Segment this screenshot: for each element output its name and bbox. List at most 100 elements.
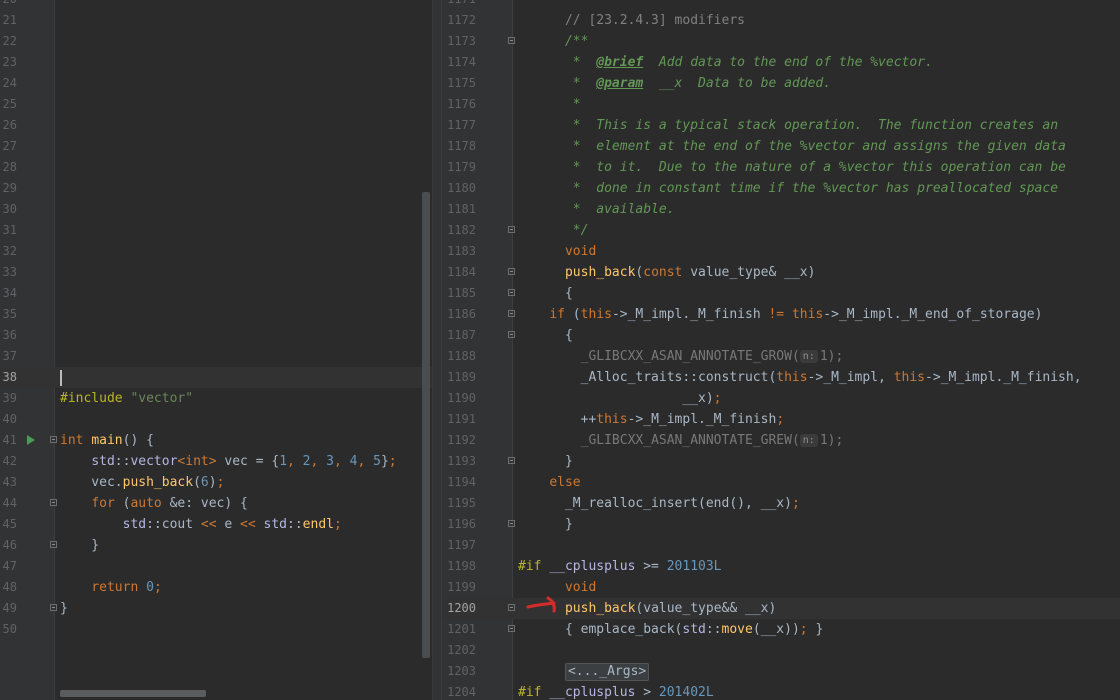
fold-marker-icon[interactable] [508,37,515,44]
code-line[interactable]: 1181 * available. [442,199,1120,220]
code-line[interactable]: 34 [0,283,432,304]
line-number[interactable]: 33 [0,262,17,283]
line-number[interactable]: 1200 [442,598,476,619]
line-number[interactable]: 29 [0,178,17,199]
line-number[interactable]: 48 [0,577,17,598]
line-number[interactable]: 36 [0,325,17,346]
code-line[interactable]: 1197 [442,535,1120,556]
right-editor-pane[interactable]: 11711172 // [23.2.4.3] modifiers1173 /**… [442,0,1120,700]
code-text[interactable]: vec.push_back(6); [60,472,224,493]
line-number[interactable]: 1189 [442,367,476,388]
code-line[interactable]: 1173 /** [442,31,1120,52]
line-number[interactable]: 20 [0,0,17,10]
line-number[interactable]: 35 [0,304,17,325]
code-text[interactable]: else [518,472,580,493]
code-line[interactable]: 30 [0,199,432,220]
code-text[interactable]: ++this->_M_impl._M_finish; [518,409,785,430]
code-line[interactable]: 20 [0,0,432,10]
line-number[interactable]: 25 [0,94,17,115]
code-line[interactable]: 1193 } [442,451,1120,472]
line-number[interactable]: 22 [0,31,17,52]
code-line[interactable]: 50 [0,619,432,640]
line-number[interactable]: 1174 [442,52,476,73]
line-number[interactable]: 41 [0,430,17,451]
line-number[interactable]: 1198 [442,556,476,577]
code-line[interactable]: 1174 * @brief Add data to the end of the… [442,52,1120,73]
code-line[interactable]: 1183 void [442,241,1120,262]
code-line[interactable]: 1196 } [442,514,1120,535]
line-number[interactable]: 28 [0,157,17,178]
line-number[interactable]: 43 [0,472,17,493]
line-number[interactable]: 40 [0,409,17,430]
line-number[interactable]: 1194 [442,472,476,493]
line-number[interactable]: 1172 [442,10,476,31]
code-text[interactable]: _GLIBCXX_ASAN_ANNOTATE_GROW(n: 1); [518,346,844,367]
code-text[interactable] [60,367,62,388]
code-text[interactable]: { emplace_back(std::move(__x)); } [518,619,823,640]
line-number[interactable]: 1185 [442,283,476,304]
code-line[interactable]: 29 [0,178,432,199]
code-text[interactable]: std::vector<int> vec = {1, 2, 3, 4, 5}; [60,451,396,472]
line-number[interactable]: 1178 [442,136,476,157]
code-line[interactable]: 1198 #if __cplusplus >= 201103L [442,556,1120,577]
line-number[interactable]: 1196 [442,514,476,535]
code-line[interactable]: 1188 _GLIBCXX_ASAN_ANNOTATE_GROW(n: 1); [442,346,1120,367]
code-line[interactable]: 1185 { [442,283,1120,304]
code-line[interactable]: 22 [0,31,432,52]
code-line[interactable]: 47 [0,556,432,577]
code-text[interactable]: } [60,535,99,556]
fold-marker-icon[interactable] [508,310,515,317]
code-text[interactable]: #if __cplusplus > 201402L [518,682,714,700]
line-number[interactable]: 1183 [442,241,476,262]
fold-marker-icon[interactable] [50,499,57,506]
fold-marker-icon[interactable] [508,226,515,233]
code-text[interactable]: * available. [518,199,675,220]
code-text[interactable]: * This is a typical stack operation. The… [518,115,1058,136]
code-line[interactable]: 1191 ++this->_M_impl._M_finish; [442,409,1120,430]
code-line[interactable]: 33 [0,262,432,283]
code-line[interactable]: 43 vec.push_back(6); [0,472,432,493]
fold-marker-icon[interactable] [50,541,57,548]
code-line[interactable]: 1184 push_back(const value_type& __x) [442,262,1120,283]
code-text[interactable]: #if __cplusplus >= 201103L [518,556,722,577]
code-text[interactable]: } [518,451,573,472]
code-line[interactable]: 26 [0,115,432,136]
code-line[interactable]: 35 [0,304,432,325]
line-number[interactable]: 1201 [442,619,476,640]
code-text[interactable]: void [518,241,596,262]
code-line[interactable]: 37 [0,346,432,367]
code-line[interactable]: 1194 else [442,472,1120,493]
line-number[interactable]: 1188 [442,346,476,367]
code-line[interactable]: 1203 <..._Args> [442,661,1120,682]
line-number[interactable]: 1203 [442,661,476,682]
code-line[interactable]: 1189 _Alloc_traits::construct(this->_M_i… [442,367,1120,388]
left-code-lines[interactable]: 2021222324252627282930313233343536373839… [0,0,432,640]
code-text[interactable]: int main() { [60,430,154,451]
code-line[interactable]: 45 std::cout << e << std::endl; [0,514,432,535]
line-number[interactable]: 1186 [442,304,476,325]
code-line[interactable]: 1201 { emplace_back(std::move(__x)); } [442,619,1120,640]
line-number[interactable]: 23 [0,52,17,73]
code-line[interactable]: 1202 [442,640,1120,661]
line-number[interactable]: 39 [0,388,17,409]
line-number[interactable]: 37 [0,346,17,367]
line-number[interactable]: 44 [0,493,17,514]
fold-marker-icon[interactable] [508,625,515,632]
code-line[interactable]: 48 return 0; [0,577,432,598]
code-text[interactable]: /** [518,31,588,52]
line-number[interactable]: 47 [0,556,17,577]
collapsed-region[interactable]: <..._Args> [564,663,650,681]
line-number[interactable]: 1176 [442,94,476,115]
line-number[interactable]: 42 [0,451,17,472]
code-line[interactable]: 46 } [0,535,432,556]
fold-marker-icon[interactable] [508,268,515,275]
line-number[interactable]: 50 [0,619,17,640]
line-number[interactable]: 1191 [442,409,476,430]
code-text[interactable]: * done in constant time if the %vector h… [518,178,1058,199]
code-line[interactable]: 1177 * This is a typical stack operation… [442,115,1120,136]
code-line[interactable]: 41 int main() { [0,430,432,451]
line-number[interactable]: 1187 [442,325,476,346]
line-number[interactable]: 24 [0,73,17,94]
code-line[interactable]: 42 std::vector<int> vec = {1, 2, 3, 4, 5… [0,451,432,472]
fold-marker-icon[interactable] [508,457,515,464]
